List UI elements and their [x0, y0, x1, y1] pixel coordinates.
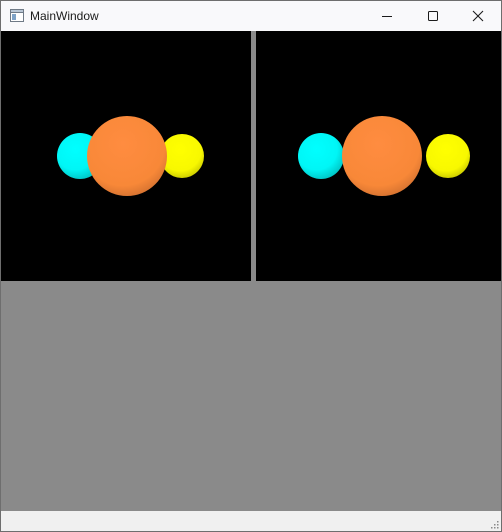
- minimize-icon: [382, 16, 392, 17]
- window-app-icon: [10, 9, 24, 22]
- orange-sphere: [87, 116, 167, 196]
- window-title: MainWindow: [30, 9, 99, 23]
- left-3d-view[interactable]: [1, 31, 251, 281]
- orange-sphere: [342, 116, 422, 196]
- left-3d-scene: [57, 116, 204, 196]
- maximize-button[interactable]: [410, 1, 456, 31]
- lower-panel: [1, 281, 501, 511]
- right-3d-scene: [298, 116, 470, 196]
- size-grip-icon[interactable]: [489, 519, 499, 529]
- status-bar: [1, 511, 501, 531]
- right-3d-view[interactable]: [256, 31, 501, 281]
- cyan-sphere: [298, 133, 344, 179]
- close-button[interactable]: [455, 1, 501, 31]
- yellow-sphere: [426, 134, 470, 178]
- close-icon: [472, 10, 484, 22]
- central-widget: [1, 31, 501, 511]
- main-window: MainWindow: [0, 0, 502, 532]
- maximize-icon: [428, 11, 438, 21]
- title-bar[interactable]: MainWindow: [1, 1, 501, 31]
- minimize-button[interactable]: [364, 1, 410, 31]
